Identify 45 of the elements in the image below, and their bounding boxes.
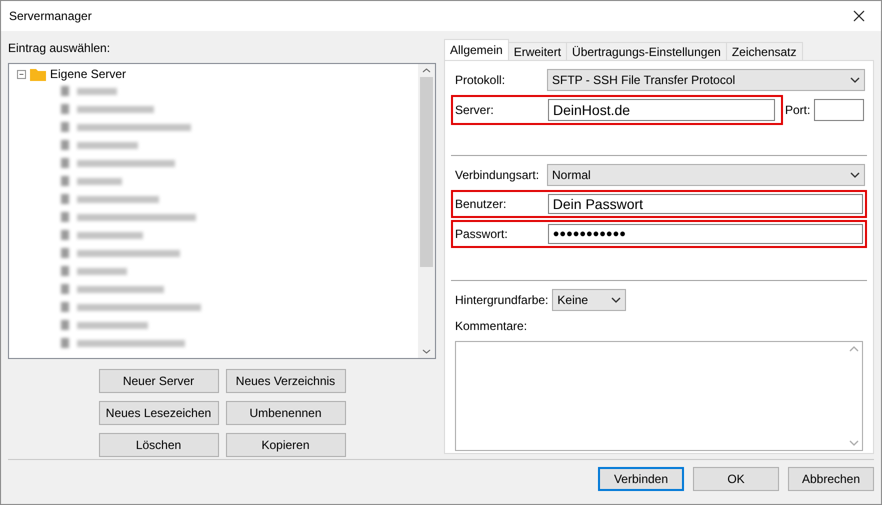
caret-icon bbox=[849, 346, 859, 352]
section-label: Eintrag auswählen: bbox=[8, 40, 112, 57]
server-field[interactable]: DeinHost.de bbox=[548, 99, 775, 121]
blurred-entry-drawing bbox=[61, 176, 122, 186]
field-label: Verbindungsart: bbox=[455, 167, 540, 184]
tab[interactable]: Zeichensatz bbox=[726, 42, 803, 61]
action-button[interactable]: Umbenennen bbox=[226, 401, 346, 425]
scrollbar[interactable] bbox=[418, 64, 435, 358]
field-label: Hintergrundfarbe: bbox=[455, 292, 548, 309]
field-label: Protokoll: bbox=[455, 72, 506, 89]
action-button[interactable]: Neues Verzeichnis bbox=[226, 369, 346, 393]
folder-icon bbox=[30, 68, 46, 80]
action-button[interactable]: Neuer Server bbox=[98, 369, 218, 393]
scroll-up-icon[interactable] bbox=[422, 68, 431, 73]
scroll-down-icon[interactable] bbox=[422, 349, 431, 354]
field-label: Server: bbox=[455, 102, 495, 119]
tab[interactable]: Allgemein bbox=[444, 39, 509, 61]
user-field[interactable]: Dein Passwort bbox=[548, 194, 863, 214]
blurred-entry-drawing bbox=[61, 86, 117, 96]
dialog-button[interactable]: OK bbox=[693, 467, 779, 491]
port-field[interactable] bbox=[814, 99, 864, 121]
dialog-button[interactable]: Verbinden bbox=[598, 467, 684, 491]
action-button[interactable]: Löschen bbox=[98, 433, 218, 457]
password-field[interactable]: ●●●●●●●●●●● bbox=[548, 224, 863, 244]
expander[interactable]: − bbox=[17, 70, 26, 78]
color-dropdown[interactable]: Keine bbox=[552, 289, 626, 311]
action-button[interactable]: Neues Lesezeichen bbox=[98, 401, 218, 425]
field-label: Kommentare: bbox=[454, 318, 528, 335]
caret-icon bbox=[850, 172, 860, 178]
protocol-dropdown[interactable]: SFTP - SSH File Transfer Protocol bbox=[547, 69, 865, 91]
blurred-entry-drawing bbox=[61, 266, 127, 276]
dialog-button[interactable]: Abbrechen bbox=[788, 467, 874, 491]
field-label: Port: bbox=[785, 102, 810, 119]
caret-icon bbox=[611, 297, 622, 303]
tab[interactable]: Übertragungs-Einstellungen bbox=[566, 42, 727, 61]
field-label: Passwort: bbox=[455, 226, 509, 243]
caret-icon bbox=[850, 77, 860, 83]
tree-item[interactable]: Eigene Server bbox=[50, 65, 126, 83]
window-title: Servermanager bbox=[9, 8, 92, 25]
close-icon[interactable] bbox=[853, 10, 865, 22]
field-label: Benutzer: bbox=[455, 196, 508, 213]
comments-field[interactable] bbox=[455, 341, 863, 451]
logon-type-dropdown[interactable]: Normal bbox=[547, 164, 865, 186]
action-button[interactable]: Kopieren bbox=[226, 433, 346, 457]
caret-icon bbox=[849, 440, 859, 446]
